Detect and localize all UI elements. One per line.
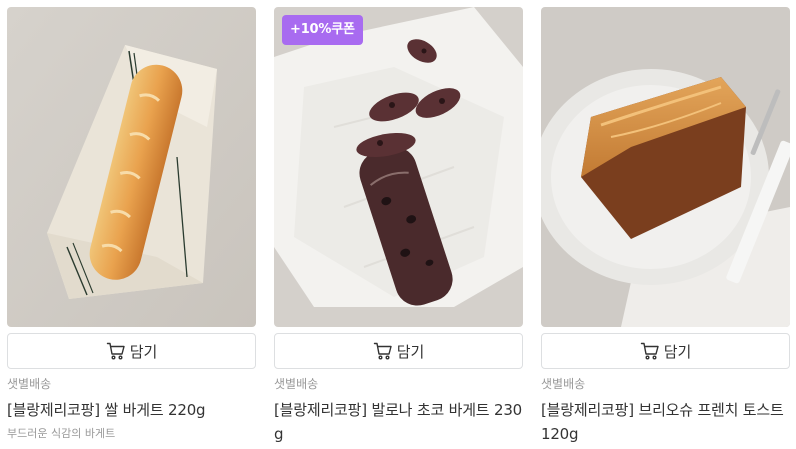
product-card: 담기 샛별배송 [블랑제리코팡] 쌀 바게트 220g 부드러운 식감의 바게트 bbox=[7, 7, 256, 442]
add-to-cart-button[interactable]: 담기 bbox=[274, 333, 523, 369]
add-to-cart-button[interactable]: 담기 bbox=[7, 333, 256, 369]
add-to-cart-label: 담기 bbox=[396, 342, 425, 361]
product-image-valrhona-choco-baguette[interactable]: +10%쿠폰 bbox=[274, 7, 523, 327]
product-card: 담기 샛별배송 [블랑제리코팡] 브리오슈 프렌치 토스트 120g bbox=[541, 7, 790, 446]
delivery-type: 샛별배송 bbox=[7, 377, 52, 391]
product-card: +10%쿠폰 담기 샛별배송 [블랑제리코팡] 발로나 초코 바게트 230g bbox=[274, 7, 523, 446]
product-description: 부드러운 식감의 바게트 bbox=[7, 427, 116, 440]
product-image-brioche-french-toast[interactable] bbox=[541, 7, 790, 327]
delivery-type: 샛별배송 bbox=[274, 377, 319, 391]
cart-icon bbox=[106, 341, 126, 361]
cart-icon bbox=[373, 341, 393, 361]
product-name[interactable]: [블랑제리코팡] 쌀 바게트 220g bbox=[7, 398, 256, 422]
product-grid: 담기 샛별배송 [블랑제리코팡] 쌀 바게트 220g 부드러운 식감의 바게트 bbox=[0, 0, 796, 449]
product-name[interactable]: [블랑제리코팡] 브리오슈 프렌치 토스트 120g bbox=[541, 398, 790, 446]
add-to-cart-label: 담기 bbox=[663, 342, 692, 361]
add-to-cart-button[interactable]: 담기 bbox=[541, 333, 790, 369]
coupon-badge: +10%쿠폰 bbox=[282, 15, 363, 45]
product-name[interactable]: [블랑제리코팡] 발로나 초코 바게트 230g bbox=[274, 398, 523, 446]
product-image-rice-baguette[interactable] bbox=[7, 7, 256, 327]
add-to-cart-label: 담기 bbox=[129, 342, 158, 361]
cart-icon bbox=[640, 341, 660, 361]
delivery-type: 샛별배송 bbox=[541, 377, 586, 391]
